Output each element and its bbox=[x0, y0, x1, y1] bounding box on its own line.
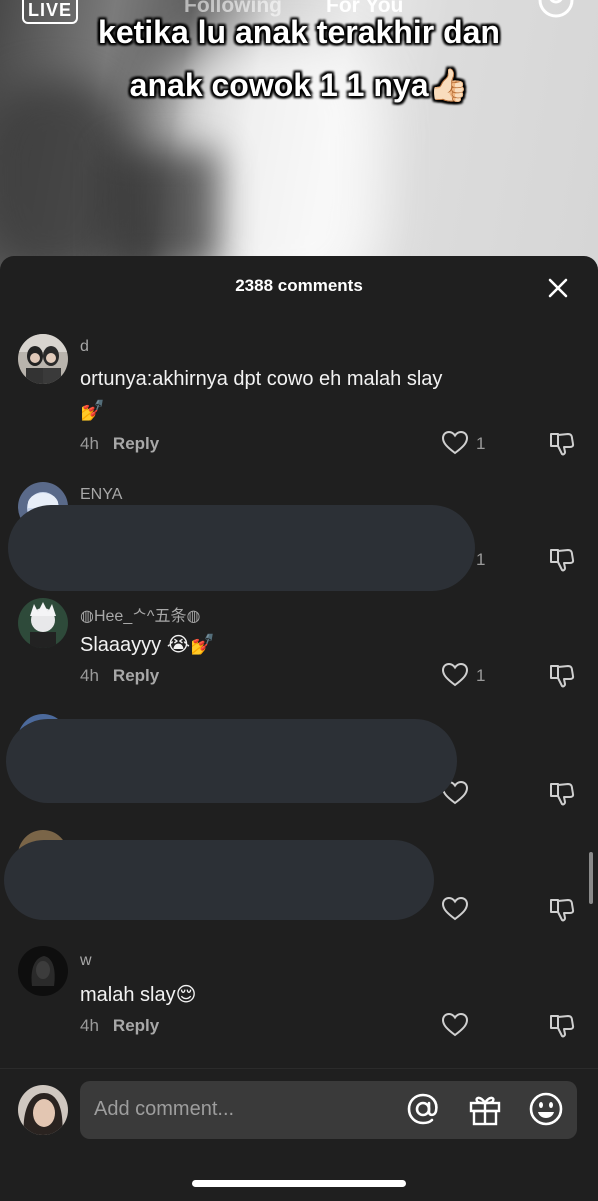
comment-text-line2: 💅 bbox=[80, 400, 105, 422]
emoji-icon[interactable] bbox=[527, 1090, 565, 1128]
comment-meta: 4h Reply bbox=[80, 434, 159, 454]
dislike-icon[interactable] bbox=[548, 430, 576, 458]
comment-username[interactable]: ◍Hee_ᄉ^五条◍ bbox=[80, 602, 200, 626]
dislike-icon[interactable] bbox=[548, 662, 576, 690]
heart-icon[interactable] bbox=[441, 896, 469, 922]
redaction-block bbox=[6, 719, 457, 803]
comment-username[interactable]: ENYA bbox=[80, 486, 122, 504]
gift-icon[interactable] bbox=[466, 1090, 504, 1128]
comment-meta: 4h Reply bbox=[80, 1016, 159, 1036]
comment-input-placeholder[interactable]: Add comment... bbox=[94, 1098, 234, 1121]
comment-time: 4h bbox=[80, 666, 99, 685]
avatar[interactable] bbox=[18, 334, 68, 384]
reply-button[interactable]: Reply bbox=[113, 666, 159, 685]
comment-text: ortunya:akhirnya dpt cowo eh malah slay bbox=[80, 368, 443, 390]
comment-item: w malah slay😌 4h Reply bbox=[0, 946, 598, 1056]
like-count: 1 bbox=[476, 550, 486, 569]
dislike-icon[interactable] bbox=[548, 546, 576, 574]
home-indicator[interactable] bbox=[192, 1180, 406, 1187]
comment-username[interactable]: d bbox=[80, 338, 89, 356]
close-icon[interactable] bbox=[544, 274, 572, 302]
heart-icon[interactable] bbox=[441, 662, 469, 688]
comment-time: 4h bbox=[80, 434, 99, 453]
video-shape bbox=[110, 150, 220, 270]
comment-text: malah slay😌 bbox=[80, 984, 197, 1006]
reply-button[interactable]: Reply bbox=[113, 1016, 159, 1035]
comment-item: ◍Hee_ᄉ^五条◍ Slaaayyy 😭💅 4h Reply 1 bbox=[0, 596, 598, 706]
avatar[interactable] bbox=[18, 598, 68, 648]
reply-button[interactable]: Reply bbox=[113, 434, 159, 453]
video-caption-line2: anak cowok 1 1 nya👍🏻 bbox=[129, 67, 469, 103]
comment-meta: 4h Reply bbox=[80, 666, 159, 686]
comment-username[interactable]: w bbox=[80, 952, 92, 970]
dislike-icon[interactable] bbox=[548, 780, 576, 808]
redaction-block bbox=[4, 840, 434, 920]
scrollbar[interactable] bbox=[589, 852, 593, 904]
heart-icon[interactable] bbox=[441, 1012, 469, 1038]
avatar[interactable] bbox=[18, 946, 68, 996]
comment-item: d ortunya:akhirnya dpt cowo eh malah sla… bbox=[0, 330, 598, 456]
dislike-icon[interactable] bbox=[548, 1012, 576, 1040]
dislike-icon[interactable] bbox=[548, 896, 576, 924]
redaction-block bbox=[8, 505, 475, 591]
comment-count-title: 2388 comments bbox=[235, 276, 363, 295]
comment-text: Slaaayyy 😭💅 bbox=[80, 634, 215, 656]
like-count: 1 bbox=[476, 434, 486, 453]
heart-icon[interactable] bbox=[441, 430, 469, 456]
at-icon[interactable] bbox=[404, 1090, 442, 1128]
comment-time: 4h bbox=[80, 1016, 99, 1035]
my-avatar bbox=[18, 1085, 68, 1135]
video-caption-line1: ketika lu anak terakhir dan bbox=[98, 14, 500, 50]
like-count: 1 bbox=[476, 666, 486, 685]
